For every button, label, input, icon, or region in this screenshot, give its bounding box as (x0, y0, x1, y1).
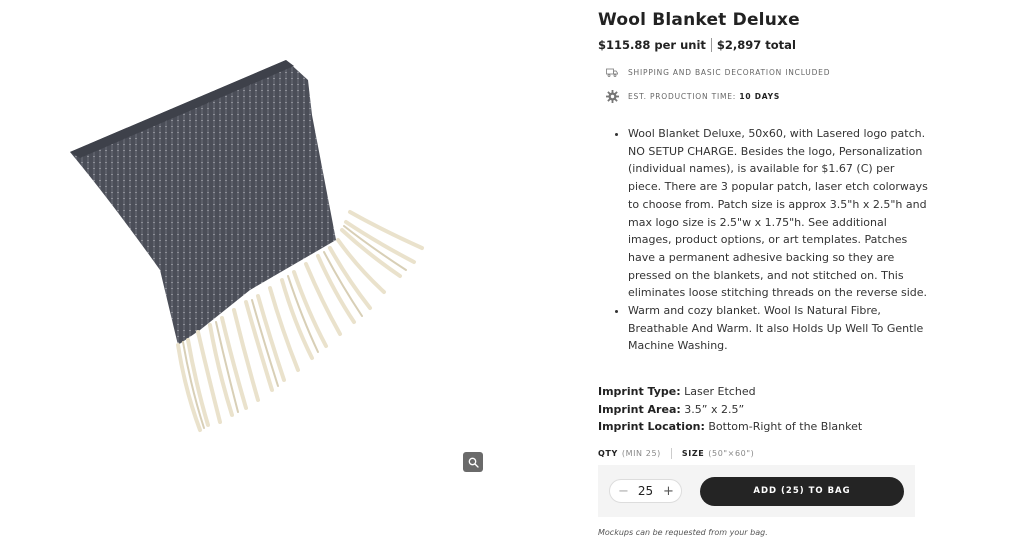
gear-icon (606, 90, 622, 103)
price-line: $115.88 per unit $2,897 total (598, 38, 928, 52)
imprint-area: Imprint Area: 3.5” x 2.5” (598, 401, 862, 419)
decrement-button[interactable]: − (618, 484, 629, 499)
zoom-button[interactable] (463, 452, 483, 472)
imprint-details: Imprint Type: Laser Etched Imprint Area:… (598, 383, 862, 436)
qty-size-row: QTY (MIN 25) SIZE (50"×60") (598, 448, 754, 459)
production-label: EST. PRODUCTION TIME: (628, 92, 737, 101)
quantity-stepper: − + (609, 479, 682, 503)
imprint-area-label: Imprint Area: (598, 402, 681, 416)
product-gallery (0, 0, 560, 537)
production-value: 10 DAYS (739, 92, 781, 101)
increment-button[interactable]: + (663, 484, 674, 499)
unit-price: $115.88 per unit (598, 38, 706, 52)
total-price: $2,897 total (716, 38, 796, 52)
size-value: (50"×60") (708, 449, 755, 458)
imprint-type-value: Laser Etched (684, 385, 756, 398)
description-list: Wool Blanket Deluxe, 50x60, with Lasered… (598, 125, 928, 355)
imprint-area-value: 3.5” x 2.5” (684, 402, 745, 416)
quantity-input[interactable] (630, 483, 661, 499)
product-image-wool-blanket[interactable] (50, 40, 450, 450)
product-description: Wool Blanket Deluxe, 50x60, with Lasered… (598, 125, 928, 355)
qty-size-divider (670, 448, 672, 459)
add-to-cart-panel: − + ADD (25) TO BAG (598, 465, 915, 517)
description-bullet: Wool Blanket Deluxe, 50x60, with Lasered… (628, 125, 928, 302)
imprint-location: Imprint Location: Bottom-Right of the Bl… (598, 418, 862, 436)
magnifier-icon (468, 457, 479, 468)
imprint-location-value: Bottom-Right of the Blanket (708, 420, 863, 433)
imprint-type-label: Imprint Type: (598, 385, 681, 398)
description-bullet: Warm and cozy blanket. Wool Is Natural F… (628, 302, 928, 355)
qty-label: QTY (598, 449, 618, 458)
product-details: Wool Blanket Deluxe $115.88 per unit $2,… (598, 10, 928, 537)
add-to-bag-button[interactable]: ADD (25) TO BAG (700, 476, 904, 506)
product-title: Wool Blanket Deluxe (598, 10, 800, 30)
qty-min-note: (MIN 25) (621, 449, 661, 458)
shipping-text: SHIPPING AND BASIC DECORATION INCLUDED (628, 68, 831, 77)
mockup-note: Mockups can be requested from your bag. (598, 528, 768, 537)
price-divider (710, 38, 712, 52)
imprint-location-label: Imprint Location: (598, 420, 705, 433)
shipping-info: SHIPPING AND BASIC DECORATION INCLUDED (606, 68, 830, 77)
size-label: SIZE (681, 449, 705, 458)
production-info: EST. PRODUCTION TIME: 10 DAYS (606, 90, 780, 103)
truck-icon (606, 68, 622, 77)
imprint-type: Imprint Type: Laser Etched (598, 383, 862, 401)
